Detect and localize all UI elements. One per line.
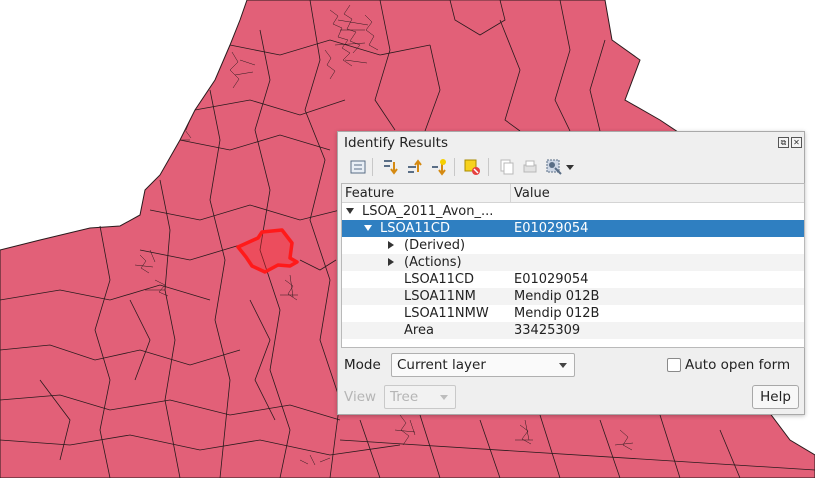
tree-row-feature: (Actions) [404,255,462,270]
close-icon[interactable]: ✕ [791,137,802,148]
auto-open-form-label[interactable]: Auto open form [685,357,790,373]
select-features-icon[interactable] [544,157,564,177]
identify-results-panel: Identify Results ⧉ ✕ Feature Value LSOA_… [337,131,805,415]
expand-tree-icon[interactable] [348,157,368,177]
collapsed-arrow-icon[interactable] [388,258,394,266]
tree-row[interactable]: LSOA11CD E01029054 [342,271,804,288]
tree-row[interactable]: LSOA11NM Mendip 012B [342,288,804,305]
panel-titlebar[interactable]: Identify Results ⧉ ✕ [338,132,804,154]
view-select-value: Tree [390,389,419,405]
help-button[interactable]: Help [752,385,799,409]
tree-row-value: E01029054 [514,221,589,236]
collapsed-arrow-icon[interactable] [388,241,394,249]
tree-row-value: E01029054 [514,272,589,287]
tree-row-feature: LSOA11CD [404,272,475,287]
tree-row-feature: LSOA11CD [380,221,451,236]
view-select[interactable]: Tree [384,385,456,409]
tree-header: Feature Value [342,184,804,203]
mode-label: Mode [344,357,381,373]
tree-row[interactable]: (Actions) [342,254,804,271]
results-tree[interactable]: Feature Value LSOA_2011_Avon_... LSOA11CD… [341,183,805,348]
chevron-down-icon [559,363,567,368]
tree-row[interactable]: Area 33425309 [342,322,804,339]
panel-title: Identify Results [344,135,448,151]
feature-column-header[interactable]: Feature [345,186,394,201]
identify-toolbar [342,156,800,178]
tree-row-feature: (Derived) [404,238,466,253]
tree-row[interactable]: (Derived) [342,237,804,254]
auto-open-form-checkbox[interactable] [667,358,681,372]
tree-row[interactable]: LSOA11CD E01029054 [342,220,804,237]
restore-icon[interactable]: ⧉ [778,137,789,148]
view-label: View [344,389,377,405]
dropdown-arrow-icon[interactable] [564,157,576,177]
expand-all-icon[interactable] [380,157,400,177]
print-icon[interactable] [520,157,540,177]
tree-rows: LSOA_2011_Avon_... LSOA11CD E01029054 (Deri… [342,203,804,339]
copy-feature-icon[interactable] [496,157,516,177]
clear-highlights-icon[interactable] [462,157,482,177]
tree-row-feature: LSOA11NM [404,289,476,304]
mode-select[interactable]: Current layer [391,353,575,377]
expand-new-results-icon[interactable] [428,157,448,177]
tree-row-feature: LSOA_2011_Avon_... [362,204,494,219]
tree-row-value: Mendip 012B [514,306,600,321]
mode-select-value: Current layer [397,357,486,373]
expanded-arrow-icon[interactable] [346,208,354,214]
expanded-arrow-icon[interactable] [364,225,372,231]
tree-row[interactable]: LSOA11NMW Mendip 012B [342,305,804,322]
tree-row-value: Mendip 012B [514,289,600,304]
tree-row-feature: Area [404,323,434,338]
tree-row-feature: LSOA11NMW [404,306,489,321]
tree-row-value: 33425309 [514,323,581,338]
collapse-all-icon[interactable] [404,157,424,177]
chevron-down-icon [440,395,448,400]
tree-row[interactable]: LSOA_2011_Avon_... [342,203,804,220]
value-column-header[interactable]: Value [514,186,550,201]
